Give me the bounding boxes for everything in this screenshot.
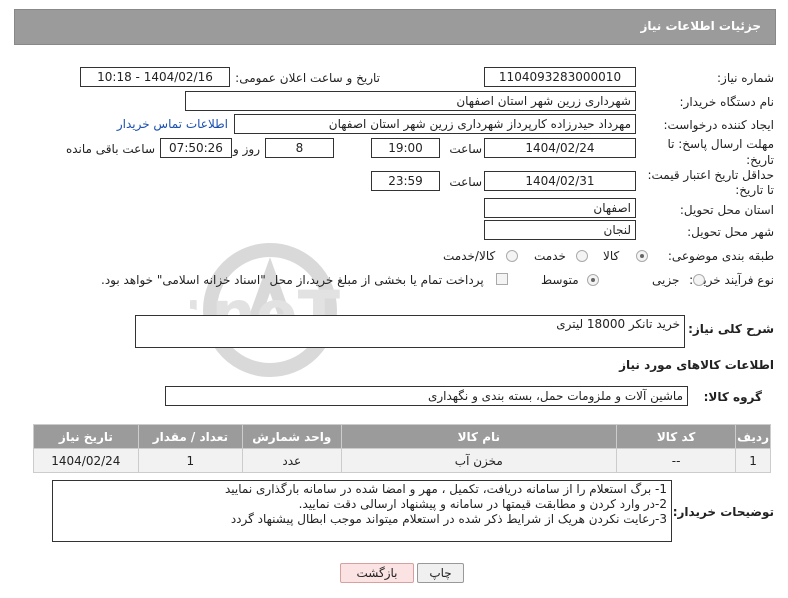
- buyer-notes-label: توضیحات خریدار:: [672, 505, 774, 519]
- page-title: جزئیات اطلاعات نیاز: [640, 19, 761, 33]
- category-option-goods: کالا: [603, 249, 620, 263]
- goods-table-header: ردیف کد کالا نام کالا واحد شمارش تعداد /…: [33, 424, 771, 449]
- treasury-payment-checkbox[interactable]: [496, 273, 508, 285]
- goods-table: ردیف کد کالا نام کالا واحد شمارش تعداد /…: [33, 424, 771, 473]
- cell-code: --: [616, 448, 737, 473]
- cell-date: 1404/02/24: [33, 448, 139, 473]
- remaining-time-label: ساعت باقی مانده: [65, 142, 155, 156]
- process-option-minor: جزیی: [652, 273, 680, 287]
- remaining-time-field[interactable]: 07:50:26: [160, 138, 232, 158]
- category-option-service: خدمت: [534, 249, 566, 263]
- description-value: خرید تانکر 18000 لیتری: [556, 317, 680, 331]
- province-field[interactable]: اصفهان: [484, 198, 636, 218]
- goods-section-title: اطلاعات کالاهای مورد نیاز: [619, 358, 774, 372]
- buyer-org-field[interactable]: شهرداری زرین شهر استان اصفهان: [185, 91, 636, 111]
- col-qty: تعداد / مقدار: [137, 424, 244, 449]
- city-label: شهر محل تحویل:: [687, 225, 774, 239]
- category-radio-goods[interactable]: [636, 250, 648, 262]
- col-row: ردیف: [735, 424, 771, 449]
- description-label: شرح کلی نیاز:: [688, 322, 774, 336]
- description-field[interactable]: خرید تانکر 18000 لیتری: [135, 315, 685, 348]
- announce-field[interactable]: 1404/02/16 - 10:18: [80, 67, 230, 87]
- days-label: روز و: [233, 142, 260, 156]
- city-field[interactable]: لنجان: [484, 220, 636, 240]
- cell-unit: عدد: [242, 448, 342, 473]
- validity-date-field[interactable]: 1404/02/31: [484, 171, 636, 191]
- deadline-time-label: ساعت: [449, 142, 482, 156]
- header-bar: جزئیات اطلاعات نیاز: [14, 9, 776, 45]
- buyer-note-line-2: 2-در وارد کردن و مطابقت قیمتها در سامانه…: [298, 497, 667, 511]
- process-option-medium: متوسط: [541, 273, 579, 287]
- deadline-label-line2: تاریخ:: [746, 153, 774, 167]
- creator-field[interactable]: مهرداد حیدرزاده کارپرداز شهرداری زرین شه…: [234, 114, 636, 134]
- validity-time-field[interactable]: 23:59: [371, 171, 440, 191]
- category-label: طبقه بندی موضوعی:: [667, 249, 774, 263]
- validity-time-label: ساعت: [449, 175, 482, 189]
- col-code: کد کالا: [616, 424, 737, 449]
- col-date: تاریخ نیاز: [33, 424, 139, 449]
- buyer-note-line-1: 1- برگ استعلام را از سامانه دریافت، تکمی…: [225, 482, 667, 496]
- deadline-label-line1: مهلت ارسال پاسخ: تا: [667, 137, 774, 151]
- buyer-contact-link[interactable]: اطلاعات تماس خریدار: [117, 117, 228, 131]
- process-radio-minor[interactable]: [693, 274, 705, 286]
- deadline-time-field[interactable]: 19:00: [371, 138, 440, 158]
- treasury-payment-note: پرداخت تمام یا بخشی از مبلغ خرید،از محل …: [101, 273, 484, 287]
- cell-row: 1: [735, 448, 771, 473]
- need-number-field[interactable]: 1104093283000010: [484, 67, 636, 87]
- table-row: 1 -- مخزن آب عدد 1 1404/02/24: [33, 448, 771, 473]
- cell-qty: 1: [137, 448, 244, 473]
- creator-label: ایجاد کننده درخواست:: [663, 118, 774, 132]
- validity-label-line1: حداقل تاریخ اعتبار قیمت:: [647, 168, 774, 182]
- province-label: استان محل تحویل:: [679, 203, 774, 217]
- goods-group-field[interactable]: ماشین آلات و ملزومات حمل، بسته بندی و نگ…: [165, 386, 688, 406]
- col-name: نام کالا: [340, 424, 618, 449]
- category-radio-service[interactable]: [576, 250, 588, 262]
- process-radio-medium[interactable]: [587, 274, 599, 286]
- print-button[interactable]: چاپ: [417, 563, 464, 583]
- deadline-date-field[interactable]: 1404/02/24: [484, 138, 636, 158]
- back-button[interactable]: بازگشت: [340, 563, 414, 583]
- buyer-note-line-3: 3-رعایت نکردن هریک از شرایط ذکر شده در ا…: [230, 512, 667, 526]
- buyer-org-label: نام دستگاه خریدار:: [679, 95, 775, 109]
- col-unit: واحد شمارش: [242, 424, 342, 449]
- watermark-logo: AriaTender.neT: [190, 243, 340, 377]
- days-field[interactable]: 8: [265, 138, 334, 158]
- category-radio-goods-service[interactable]: [506, 250, 518, 262]
- validity-label-line2: تا تاریخ:: [735, 183, 774, 197]
- cell-name: مخزن آب: [340, 448, 618, 473]
- need-number-label: شماره نیاز:: [717, 71, 774, 85]
- goods-group-label: گروه کالا:: [703, 390, 762, 404]
- buyer-notes-field[interactable]: 1- برگ استعلام را از سامانه دریافت، تکمی…: [52, 480, 672, 542]
- announce-label: تاریخ و ساعت اعلان عمومی:: [235, 71, 380, 85]
- category-option-goods-service: کالا/خدمت: [443, 249, 496, 263]
